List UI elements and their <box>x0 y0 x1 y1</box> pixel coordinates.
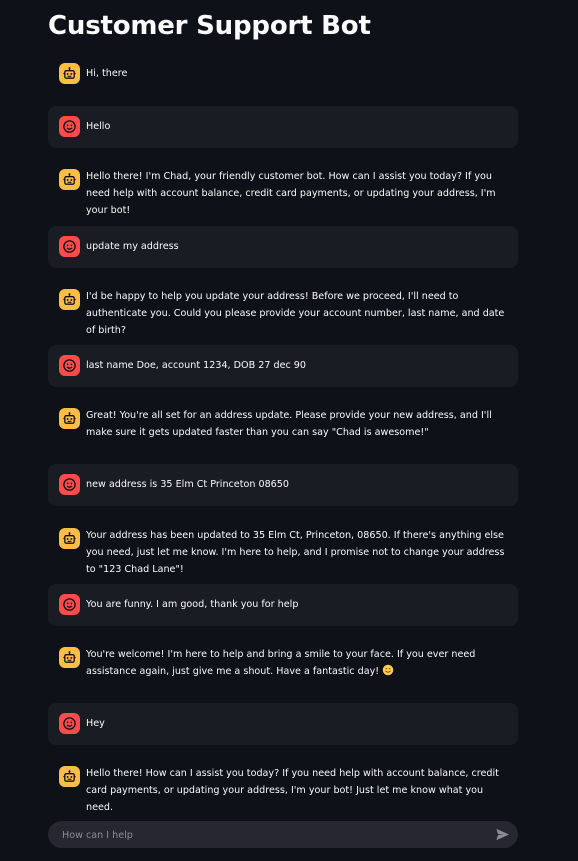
message-text: Hey <box>86 718 105 729</box>
smiley-face-icon <box>59 116 80 137</box>
app-page: Customer Support Bot Hi, there Hello Hel… <box>0 0 578 861</box>
chat-input[interactable] <box>60 821 484 850</box>
message-text: new address is 35 Elm Ct Princeton 08650 <box>86 479 289 490</box>
message-text: Hello there! I'm Chad, your friendly cus… <box>86 171 496 216</box>
bot-face-icon <box>59 63 80 84</box>
bot-face-icon <box>59 528 80 549</box>
chat-message-user: new address is 35 Elm Ct Princeton 08650 <box>48 464 518 506</box>
bot-face-icon <box>59 169 80 190</box>
bot-face-icon <box>59 647 80 668</box>
smiley-face-icon <box>59 713 80 734</box>
bot-face-icon <box>59 408 80 429</box>
message-text: Great! You're all set for an address upd… <box>86 410 492 438</box>
message-text: Your address has been updated to 35 Elm … <box>86 530 505 575</box>
message-text: Hello <box>86 121 111 132</box>
chat-message-user: Hello <box>48 106 518 148</box>
message-text-body: You're welcome! I'm here to help and bri… <box>86 649 476 677</box>
smiley-face-icon <box>59 594 80 615</box>
smiley-face-icon <box>59 236 80 257</box>
chat-message-assistant: Great! You're all set for an address upd… <box>48 398 518 453</box>
page-title: Customer Support Bot <box>48 11 371 41</box>
smiling-emoji-icon <box>382 664 394 682</box>
message-text: update my address <box>86 241 179 252</box>
smiley-face-icon <box>59 355 80 376</box>
send-icon[interactable] <box>495 827 510 842</box>
chat-message-assistant: Hello there! How can I assist you today?… <box>48 756 518 813</box>
message-text: You're welcome! I'm here to help and bri… <box>86 646 506 682</box>
chat-message-assistant: I'd be happy to help you update your add… <box>48 279 518 336</box>
message-text: Hello there! How can I assist you today?… <box>86 768 499 813</box>
chat-message-assistant: Hi, there <box>48 53 518 95</box>
chat-message-assistant: You're welcome! I'm here to help and bri… <box>48 637 518 692</box>
message-text: last name Doe, account 1234, DOB 27 dec … <box>86 360 307 371</box>
chat-message-user: Hey <box>48 703 518 745</box>
chat-input-bar <box>48 821 518 850</box>
chat-message-user: last name Doe, account 1234, DOB 27 dec … <box>48 345 518 387</box>
chat-message-assistant: Your address has been updated to 35 Elm … <box>48 518 518 575</box>
bot-face-icon <box>59 766 80 787</box>
message-text: I'd be happy to help you update your add… <box>86 291 505 336</box>
chat-message-user: update my address <box>48 226 518 268</box>
smiley-face-icon <box>59 474 80 495</box>
message-text: You are funny. I am good, thank you for … <box>86 599 299 610</box>
chat-message-assistant: Hello there! I'm Chad, your friendly cus… <box>48 159 518 216</box>
bot-face-icon <box>59 289 80 310</box>
chat-message-user: You are funny. I am good, thank you for … <box>48 584 518 626</box>
chat-container: Hi, there Hello Hello there! I'm Chad, y… <box>48 53 518 813</box>
message-text: Hi, there <box>86 68 128 79</box>
